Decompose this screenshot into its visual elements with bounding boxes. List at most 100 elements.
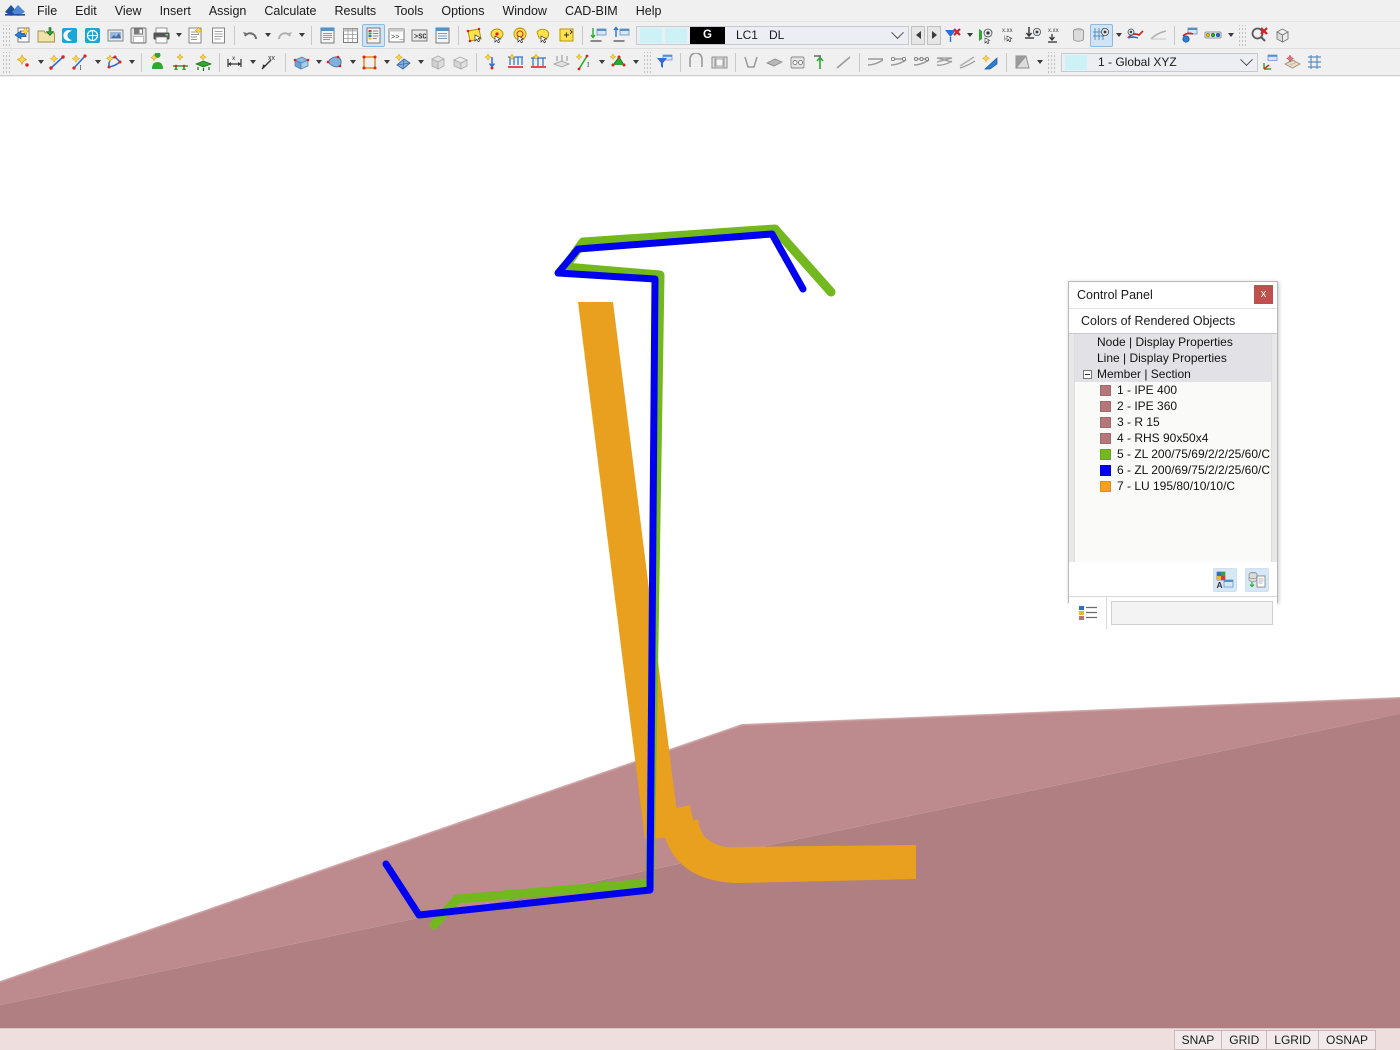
view-perspective-button[interactable] — [708, 51, 731, 74]
toolbar-grip[interactable] — [3, 24, 10, 46]
select-lasso-button[interactable] — [486, 24, 509, 47]
save-button[interactable] — [127, 24, 150, 47]
snap-settings-button[interactable] — [1304, 51, 1327, 74]
cp-group-member[interactable]: Member | Section — [1075, 366, 1271, 382]
menu-tools[interactable]: Tools — [385, 1, 432, 21]
model-info-button[interactable] — [81, 24, 104, 47]
view-cube-button[interactable] — [1271, 24, 1294, 47]
line-tool-button[interactable] — [832, 51, 855, 74]
new-solid-button[interactable] — [290, 51, 313, 74]
status-osnap[interactable]: OSNAP — [1317, 1029, 1376, 1050]
new-line-support-button[interactable] — [169, 51, 192, 74]
print-button[interactable] — [150, 24, 173, 47]
solid-gray-1-button[interactable] — [426, 51, 449, 74]
colors-tree-list[interactable]: Node | Display Properties Line | Display … — [1075, 334, 1271, 562]
chevron-down-icon[interactable] — [891, 25, 904, 39]
new-boundary-dropdown-arrow[interactable] — [381, 51, 392, 74]
show-deformation-button[interactable] — [1147, 24, 1170, 47]
menu-help[interactable]: Help — [627, 1, 671, 21]
render-shading-dropdown-arrow[interactable] — [1034, 51, 1045, 74]
new-node-dropdown-arrow[interactable] — [35, 51, 46, 74]
move-up-button[interactable] — [809, 51, 832, 74]
undo-dropdown-arrow[interactable] — [262, 24, 273, 47]
section-color-row[interactable]: 3 - R 15 — [1075, 414, 1271, 430]
control-panel-info-field[interactable] — [1111, 601, 1273, 625]
new-member-load-button[interactable] — [527, 51, 550, 74]
render-settings-button[interactable] — [1179, 24, 1202, 47]
coordinate-system-combo[interactable]: 1 - Global XYZ — [1061, 52, 1258, 72]
new-free-load-button[interactable] — [607, 51, 630, 74]
section-color-swatch[interactable] — [1100, 448, 1111, 460]
section-color-row[interactable]: 6 - ZL 200/69/75/2/2/25/60/C — [1075, 462, 1271, 478]
work-plane-button[interactable] — [1281, 51, 1304, 74]
undo-button[interactable] — [239, 24, 262, 47]
render-shading-button[interactable] — [1011, 51, 1034, 74]
menu-options[interactable]: Options — [432, 1, 493, 21]
legend-tab-icon[interactable] — [1069, 597, 1107, 629]
select-window-button[interactable] — [463, 24, 486, 47]
new-imperfection-dropdown-arrow[interactable] — [596, 51, 607, 74]
document-button[interactable] — [207, 24, 230, 47]
new-line-load-button[interactable] — [504, 51, 527, 74]
section-color-row[interactable]: 5 - ZL 200/75/69/2/2/25/60/C — [1075, 446, 1271, 462]
menu-view[interactable]: View — [106, 1, 151, 21]
show-grid-dropdown-arrow[interactable] — [1113, 24, 1124, 47]
collapse-toggle-icon[interactable] — [1083, 369, 1092, 379]
load-case-export-button[interactable] — [610, 24, 633, 47]
new-solid-dropdown-arrow[interactable] — [313, 51, 324, 74]
menu-window[interactable]: Window — [493, 1, 555, 21]
new-dimension-dropdown-arrow[interactable] — [247, 51, 258, 74]
show-loads-button[interactable] — [975, 24, 998, 47]
section-color-row[interactable]: 4 - RHS 90x50x4 — [1075, 430, 1271, 446]
new-dimension-button[interactable]: x — [224, 51, 247, 74]
recent-model-button[interactable] — [58, 24, 81, 47]
new-line-button[interactable] — [46, 51, 69, 74]
new-surface-support-button[interactable] — [192, 51, 215, 74]
edit-colors-button[interactable]: A — [1213, 567, 1237, 592]
toolbar-grip[interactable] — [1048, 51, 1055, 73]
save-as-image-button[interactable] — [104, 24, 127, 47]
select-freehand-button[interactable] — [532, 24, 555, 47]
show-results-button[interactable] — [1124, 24, 1147, 47]
cp-group-line[interactable]: Line | Display Properties — [1075, 350, 1271, 366]
menu-cad-bim[interactable]: CAD-BIM — [556, 1, 627, 21]
hinge-tool-4-button[interactable] — [933, 51, 956, 74]
export-list-button[interactable] — [1245, 567, 1269, 592]
load-case-next-button[interactable] — [927, 25, 941, 45]
deselect-all-button[interactable] — [1248, 24, 1271, 47]
section-color-swatch[interactable] — [1100, 400, 1111, 412]
new-mesh-dropdown-arrow[interactable] — [415, 51, 426, 74]
menu-edit[interactable]: Edit — [66, 1, 106, 21]
control-panel-titlebar[interactable]: Control Panel x — [1069, 282, 1277, 309]
new-surface-dropdown-arrow[interactable] — [126, 51, 137, 74]
tables-button[interactable] — [339, 24, 362, 47]
plate-view-button[interactable] — [763, 51, 786, 74]
delete-loads-button[interactable] — [941, 24, 964, 47]
new-opening-button[interactable] — [324, 51, 347, 74]
result-diagram-dropdown-arrow[interactable] — [1225, 24, 1236, 47]
toolbar-grip[interactable] — [3, 51, 10, 73]
status-lgrid[interactable]: LGRID — [1266, 1029, 1319, 1050]
script-button[interactable]: >SC — [408, 24, 431, 47]
redo-dropdown-arrow[interactable] — [296, 24, 307, 47]
select-circle-button[interactable] — [509, 24, 532, 47]
new-nodal-load-button[interactable] — [481, 51, 504, 74]
new-member-button[interactable]: I — [69, 51, 92, 74]
cp-group-node[interactable]: Node | Display Properties — [1075, 334, 1271, 350]
new-comment-button[interactable]: xx — [258, 51, 281, 74]
menu-results[interactable]: Results — [326, 1, 386, 21]
new-mesh-button[interactable] — [392, 51, 415, 74]
toolbar-grip[interactable] — [1239, 24, 1246, 46]
section-color-row[interactable]: 2 - IPE 360 — [1075, 398, 1271, 414]
solid-gray-2-button[interactable] — [449, 51, 472, 74]
section-color-swatch[interactable] — [1100, 480, 1111, 492]
result-diagram-button[interactable] — [1202, 24, 1225, 47]
control-panel[interactable]: Control Panel x Colors of Rendered Objec… — [1068, 281, 1278, 629]
view-front-button[interactable] — [685, 51, 708, 74]
open-model-button[interactable] — [35, 24, 58, 47]
redo-button[interactable] — [273, 24, 296, 47]
section-color-row[interactable]: 1 - IPE 400 — [1075, 382, 1271, 398]
menu-calculate[interactable]: Calculate — [255, 1, 325, 21]
section-color-swatch[interactable] — [1100, 432, 1111, 444]
list-panel-button[interactable] — [431, 24, 454, 47]
